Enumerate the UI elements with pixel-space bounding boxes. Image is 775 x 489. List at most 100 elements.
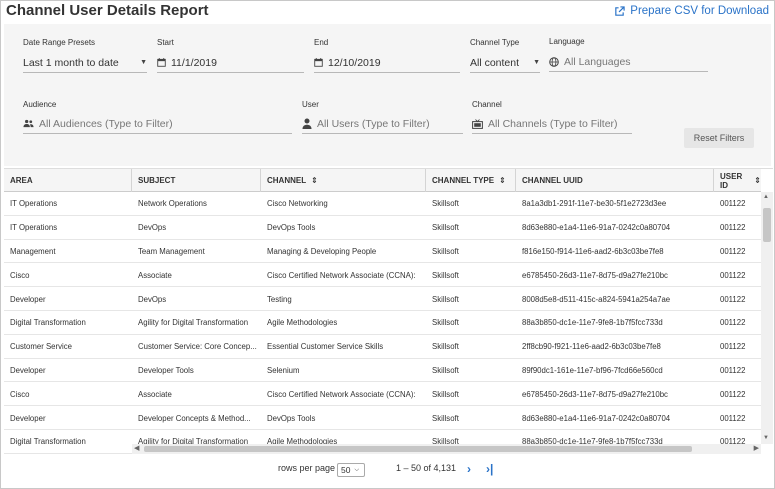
cell-subject: Associate bbox=[138, 389, 172, 399]
calendar-icon bbox=[314, 58, 323, 67]
channel-type-select[interactable]: All content ▼ bbox=[470, 53, 540, 73]
cell-channel: Selenium bbox=[267, 365, 300, 375]
cell-area: Digital Transformation bbox=[10, 318, 86, 328]
cell-user-id: 001122 bbox=[720, 413, 746, 423]
rows-per-page-select[interactable]: 50 ⌵ bbox=[337, 463, 365, 477]
cell-channel-uuid: e6785450-26d3-11e7-8d75-d9a27fe210bc bbox=[522, 270, 668, 280]
cell-subject: Associate bbox=[138, 270, 172, 280]
vertical-scroll-thumb[interactable] bbox=[763, 208, 771, 242]
table-row[interactable]: Management Team Management Managing & Deve… bbox=[4, 240, 761, 264]
last-page-icon[interactable]: ›| bbox=[486, 462, 493, 476]
column-header-label: CHANNEL TYPE bbox=[432, 176, 495, 185]
cell-channel: DevOps Tools bbox=[267, 223, 316, 233]
prepare-csv-link[interactable]: Prepare CSV for Download bbox=[614, 5, 769, 17]
chevron-down-icon: ▼ bbox=[140, 59, 147, 66]
cell-channel: Essential Customer Service Skills bbox=[267, 342, 384, 352]
cell-channel-uuid: 8d63e880-e1a4-11e6-91a7-0242c0a80704 bbox=[522, 223, 671, 233]
table-row[interactable]: IT Operations Network Operations Cisco Net… bbox=[4, 192, 761, 216]
rows-per-page-value: 50 bbox=[341, 465, 351, 475]
column-header-channel[interactable]: CHANNEL ⇕ bbox=[261, 169, 426, 192]
column-header-user-id[interactable]: USER ID ⇕ bbox=[714, 169, 761, 192]
column-header-channel-type[interactable]: CHANNEL TYPE ⇕ bbox=[426, 169, 516, 192]
column-header-subject[interactable]: SUBJECT bbox=[132, 169, 261, 192]
cell-area: Cisco bbox=[10, 389, 30, 399]
cell-subject: DevOps bbox=[138, 223, 167, 233]
column-header-channel-uuid[interactable]: CHANNEL UUID bbox=[516, 169, 714, 192]
horizontal-scrollbar[interactable]: ◀ ▶ bbox=[132, 444, 761, 454]
cell-channel-uuid: 8a1a3db1-291f-11e7-be30-5f1e2723d3ee bbox=[522, 199, 667, 209]
cell-subject: Network Operations bbox=[138, 199, 207, 209]
user-placeholder: All Users (Type to Filter) bbox=[317, 117, 430, 130]
date-range-presets-select[interactable]: Last 1 month to date ▼ bbox=[23, 53, 147, 73]
language-field[interactable]: All Languages bbox=[549, 52, 708, 72]
cell-area: Developer bbox=[10, 413, 46, 423]
cell-user-id: 001122 bbox=[720, 223, 746, 233]
cell-channel: Cisco Certified Network Associate (CCNA)… bbox=[267, 389, 416, 399]
pagination-range: 1 – 50 of 4,131 bbox=[396, 463, 457, 473]
start-date-value: 11/1/2019 bbox=[171, 56, 217, 69]
column-header-label: AREA bbox=[10, 176, 33, 185]
next-page-icon[interactable]: › bbox=[467, 462, 471, 476]
cell-subject: Agility for Digital Transformation bbox=[138, 318, 249, 328]
channel-input[interactable]: All Channels (Type to Filter) bbox=[472, 114, 632, 134]
table-row[interactable]: IT Operations DevOps DevOps Tools Skillsoft… bbox=[4, 216, 761, 240]
cell-area: Cisco bbox=[10, 270, 30, 280]
cell-channel-type: Skillsoft bbox=[432, 318, 459, 328]
scroll-right-icon[interactable]: ▶ bbox=[754, 444, 759, 452]
page-title: Channel User Details Report bbox=[6, 2, 209, 19]
table-row[interactable]: Customer Service Customer Service: Core C… bbox=[4, 335, 761, 359]
audience-placeholder: All Audiences (Type to Filter) bbox=[39, 117, 173, 130]
sort-icon[interactable]: ⇕ bbox=[754, 176, 761, 185]
cell-channel: Managing & Developing People bbox=[267, 246, 377, 256]
end-label: End bbox=[314, 38, 329, 47]
horizontal-scroll-thumb[interactable] bbox=[144, 446, 692, 452]
sort-icon[interactable]: ⇕ bbox=[499, 176, 506, 185]
prepare-csv-label: Prepare CSV for Download bbox=[630, 5, 769, 17]
cell-channel: Testing bbox=[267, 294, 292, 304]
start-date-field[interactable]: 11/1/2019 bbox=[157, 53, 304, 73]
scroll-up-icon[interactable]: ▲ bbox=[763, 194, 769, 200]
cell-user-id: 001122 bbox=[720, 342, 746, 352]
cell-user-id: 001122 bbox=[720, 246, 746, 256]
table-row[interactable]: Developer Developer Tools Selenium Skillsof… bbox=[4, 359, 761, 383]
cell-channel-uuid: 8d63e880-e1a4-11e6-91a7-0242c0a80704 bbox=[522, 413, 671, 423]
audience-label: Audience bbox=[23, 100, 57, 109]
vertical-scrollbar[interactable]: ▲ ▼ bbox=[761, 192, 773, 444]
table-row[interactable]: Developer DevOps Testing Skillsoft 8008d5e8-… bbox=[4, 287, 761, 311]
table-row[interactable]: Cisco Associate Cisco Certified Network As… bbox=[4, 263, 761, 288]
cell-subject: Customer Service: Core Concep... bbox=[138, 342, 257, 352]
cell-area: Developer bbox=[10, 294, 46, 304]
report-table: AREA SUBJECT CHANNEL ⇕ CHANNEL TYPE ⇕ CHAN… bbox=[4, 168, 773, 455]
date-range-presets-value: Last 1 month to date bbox=[23, 56, 119, 69]
cell-channel-type: Skillsoft bbox=[432, 270, 459, 280]
end-date-field[interactable]: 12/10/2019 bbox=[314, 53, 460, 73]
table-row[interactable]: Developer Developer Concepts & Method... D… bbox=[4, 406, 761, 430]
cell-channel: DevOps Tools bbox=[267, 413, 316, 423]
cell-channel-type: Skillsoft bbox=[432, 413, 459, 423]
cell-channel-uuid: e6785450-26d3-11e7-8d75-d9a27fe210bc bbox=[522, 389, 668, 399]
cell-user-id: 001122 bbox=[720, 199, 746, 209]
table-row[interactable]: Cisco Associate Cisco Certified Network As… bbox=[4, 382, 761, 407]
cell-area: Management bbox=[10, 246, 56, 256]
chevron-down-icon: ▼ bbox=[533, 59, 540, 66]
sort-icon[interactable]: ⇕ bbox=[311, 176, 318, 185]
calendar-icon bbox=[157, 58, 166, 67]
cell-user-id: 001122 bbox=[720, 389, 746, 399]
table-row[interactable]: Digital Transformation Agility for Digita… bbox=[4, 311, 761, 335]
reset-filters-button[interactable]: Reset Filters bbox=[684, 128, 754, 148]
cell-channel-type: Skillsoft bbox=[432, 199, 459, 209]
audience-input[interactable]: All Audiences (Type to Filter) bbox=[23, 114, 292, 134]
scroll-left-icon[interactable]: ◀ bbox=[134, 444, 139, 452]
scroll-down-icon[interactable]: ▼ bbox=[763, 435, 769, 441]
user-input[interactable]: All Users (Type to Filter) bbox=[302, 114, 463, 134]
cell-channel: Cisco Certified Network Associate (CCNA)… bbox=[267, 270, 416, 280]
channel-type-value: All content bbox=[470, 56, 520, 69]
person-icon bbox=[302, 118, 312, 129]
language-placeholder: All Languages bbox=[564, 55, 631, 68]
column-header-area[interactable]: AREA bbox=[4, 169, 132, 192]
cell-subject: Developer Tools bbox=[138, 365, 194, 375]
cell-channel-type: Skillsoft bbox=[432, 342, 459, 352]
chevron-down-icon: ⌵ bbox=[354, 466, 360, 473]
cell-channel: Agile Methodologies bbox=[267, 318, 338, 328]
cell-area: Digital Transformation bbox=[10, 437, 86, 447]
